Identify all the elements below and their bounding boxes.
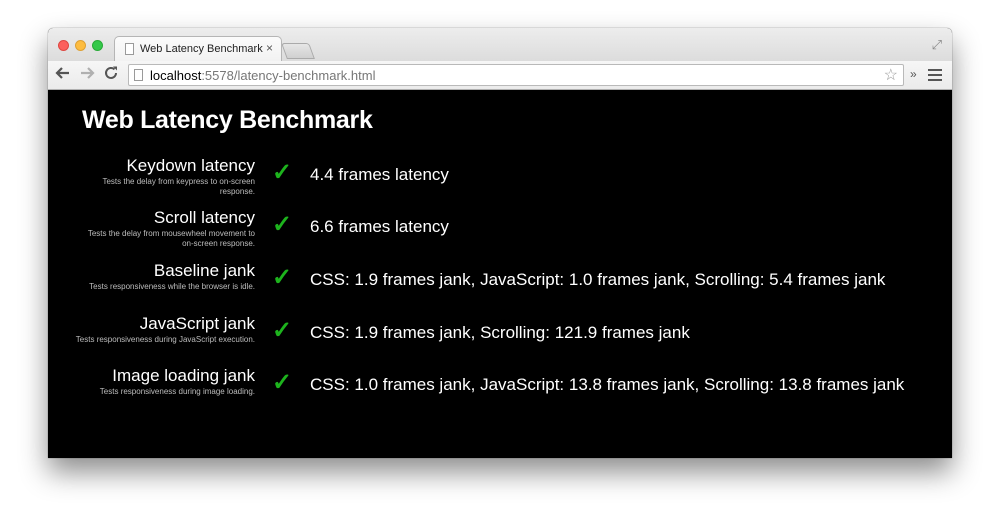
bookmark-star-icon[interactable]: ☆	[884, 65, 898, 85]
test-result: CSS: 1.9 frames jank, Scrolling: 121.9 f…	[310, 323, 690, 342]
test-row-baseline-jank: Baseline jank Tests responsiveness while…	[48, 261, 952, 311]
extensions-overflow-icon[interactable]: »	[910, 67, 917, 81]
fullscreen-icon[interactable]: ⤢	[932, 37, 942, 53]
test-row-scroll-latency: Scroll latency Tests the delay from mous…	[48, 208, 952, 258]
tab-title: Web Latency Benchmark	[140, 43, 263, 55]
checkmark-icon: ✓	[272, 211, 293, 238]
test-row-keydown-latency: Keydown latency Tests the delay from key…	[48, 156, 952, 206]
test-result: CSS: 1.9 frames jank, JavaScript: 1.0 fr…	[310, 270, 886, 289]
checkmark-icon: ✓	[272, 264, 293, 291]
checkmark-icon: ✓	[272, 317, 293, 344]
checkmark-icon: ✓	[272, 369, 293, 396]
test-description: Tests responsiveness while the browser i…	[89, 282, 255, 291]
browser-toolbar: localhost:5578/latency-benchmark.html ☆ …	[48, 61, 952, 90]
test-row-image-loading-jank: Image loading jank Tests responsiveness …	[48, 366, 952, 416]
test-description: Tests the delay from keypress to on-scre…	[102, 177, 255, 196]
page-content: Web Latency Benchmark Keydown latency Te…	[48, 90, 952, 458]
test-row-javascript-jank: JavaScript jank Tests responsiveness dur…	[48, 314, 952, 364]
test-description: Tests responsiveness during JavaScript e…	[75, 335, 255, 344]
browser-tab[interactable]: Web Latency Benchmark ×	[114, 36, 282, 61]
title-bar: Web Latency Benchmark × ⤢	[48, 28, 952, 61]
new-tab-button[interactable]	[281, 43, 315, 59]
forward-arrow-icon[interactable]	[79, 65, 95, 86]
url-path: :5578/latency-benchmark.html	[201, 68, 376, 83]
back-arrow-icon[interactable]	[55, 65, 71, 86]
test-description: Tests responsiveness during image loadin…	[99, 387, 255, 396]
test-result: 4.4 frames latency	[310, 165, 449, 184]
hamburger-menu-icon[interactable]	[928, 69, 942, 81]
test-title: Image loading jank	[112, 366, 255, 385]
test-result: CSS: 1.0 frames jank, JavaScript: 13.8 f…	[310, 375, 905, 394]
browser-window: Web Latency Benchmark × ⤢ localhost:5578…	[48, 28, 952, 458]
test-title: Scroll latency	[153, 208, 255, 227]
window-minimize-button[interactable]	[75, 40, 86, 51]
url-host: localhost	[150, 68, 202, 83]
page-icon	[125, 43, 134, 55]
page-icon	[134, 69, 143, 81]
tab-close-icon[interactable]: ×	[266, 41, 273, 55]
test-title: JavaScript jank	[139, 314, 255, 333]
test-title: Baseline jank	[153, 261, 255, 280]
url-text[interactable]: localhost:5578/latency-benchmark.html	[150, 68, 375, 83]
window-maximize-button[interactable]	[92, 40, 103, 51]
test-description: Tests the delay from mousewheel movement…	[87, 229, 255, 248]
test-title: Keydown latency	[126, 156, 255, 175]
reload-icon[interactable]	[103, 65, 119, 87]
page-title: Web Latency Benchmark	[82, 106, 373, 134]
checkmark-icon: ✓	[272, 159, 293, 186]
window-close-button[interactable]	[58, 40, 69, 51]
address-bar[interactable]: localhost:5578/latency-benchmark.html ☆	[128, 64, 904, 86]
test-result: 6.6 frames latency	[310, 217, 449, 236]
